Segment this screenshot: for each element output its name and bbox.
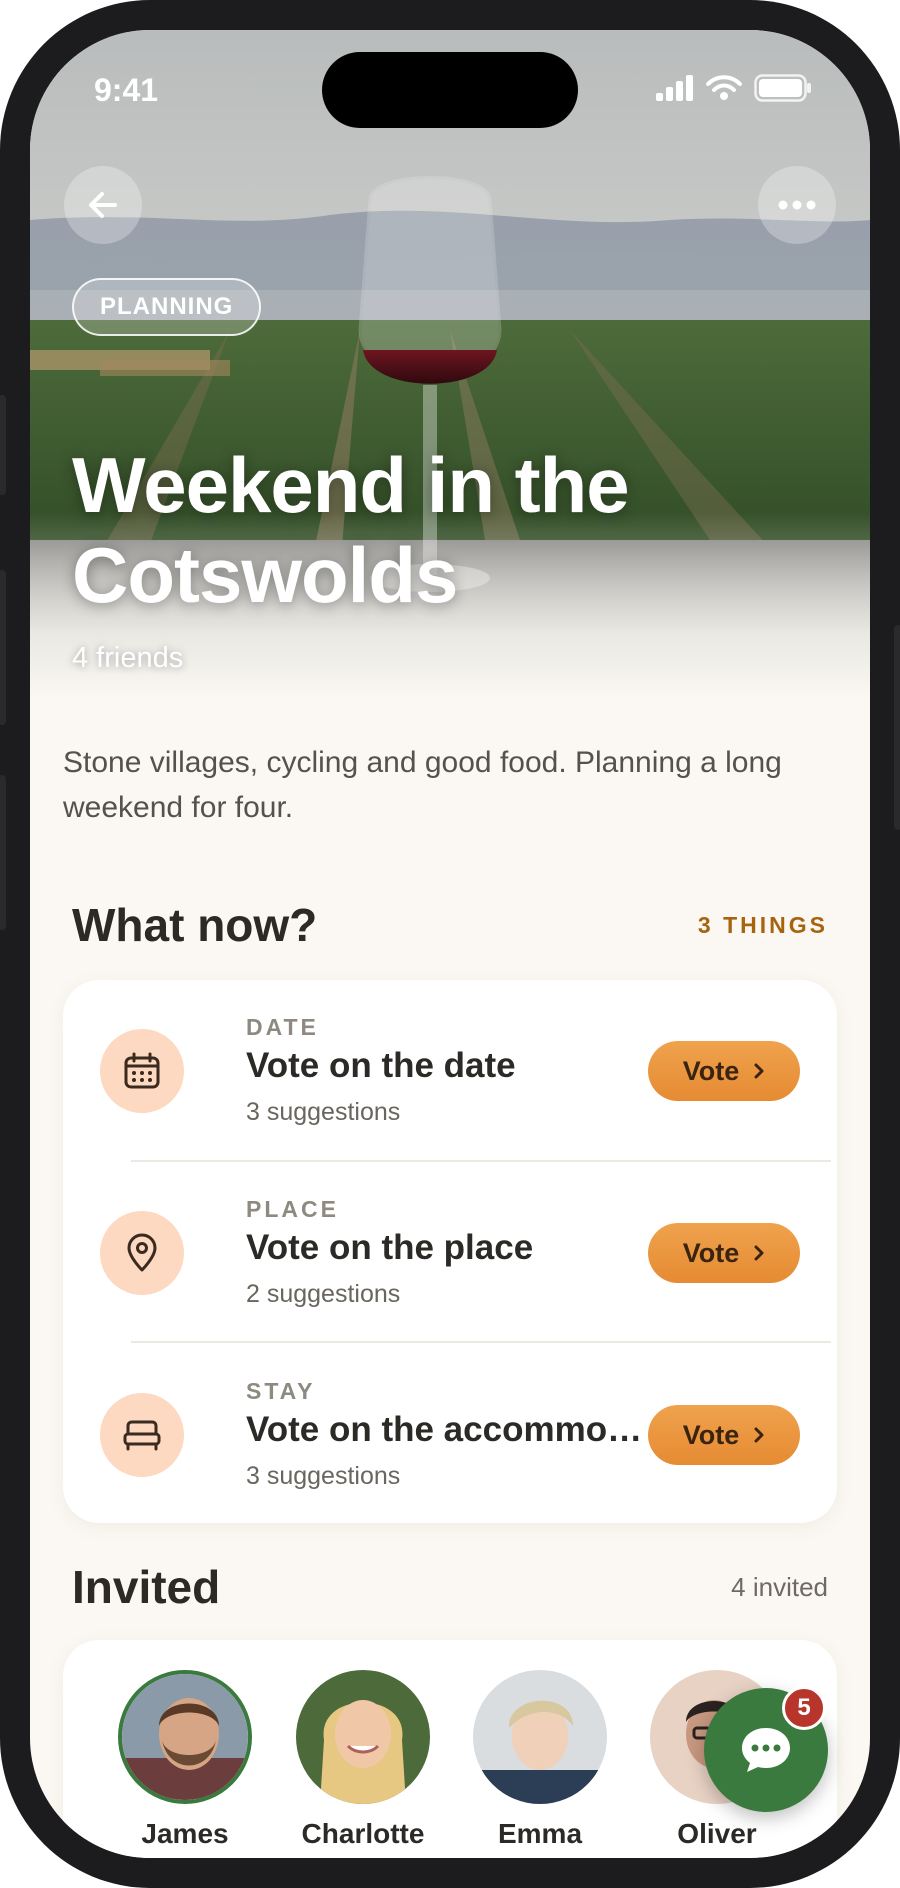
invited-section-title: Invited — [72, 1561, 221, 1613]
invited-section-header: Invited 4 invited — [72, 1560, 828, 1614]
vote-button-date[interactable]: Vote — [648, 1041, 800, 1101]
avatar — [118, 1670, 252, 1804]
task-suggestions: 3 suggestions — [246, 1098, 401, 1126]
bed-icon — [123, 1420, 161, 1451]
task-item-place[interactable]: PLACE Vote on the place 2 suggestions Vo… — [63, 1162, 837, 1344]
task-suggestions: 3 suggestions — [246, 1462, 401, 1490]
task-category: PLACE — [246, 1196, 339, 1222]
page-title: Weekend in the Cotswolds — [72, 441, 630, 619]
person-name: Oliver — [677, 1818, 757, 1849]
person-james[interactable]: James — [115, 1670, 255, 1850]
person-name: Emma — [497, 1818, 583, 1849]
ellipsis-icon — [778, 200, 816, 210]
screen: 9:41 PLANNING Weekend in the Cotswolds 4… — [30, 30, 870, 1858]
battery-icon — [754, 74, 811, 102]
task-item-stay[interactable]: STAY Vote on the accommodation 3 suggest… — [63, 1344, 837, 1526]
task-category: DATE — [246, 1014, 319, 1040]
unread-badge: 5 — [782, 1686, 826, 1730]
task-title: Vote on the accommodation — [246, 1410, 646, 1449]
task-icon-wrap — [100, 1029, 184, 1113]
status-badge: PLANNING — [72, 278, 262, 336]
task-item-date[interactable]: DATE Vote on the date 3 suggestions Vote — [63, 980, 837, 1162]
volume-down-button — [0, 775, 6, 930]
vote-label: Vote — [682, 1237, 740, 1268]
chevron-right-icon — [754, 1427, 764, 1443]
status-icons — [656, 74, 812, 102]
more-options-button[interactable] — [758, 166, 836, 244]
avatar — [296, 1670, 430, 1804]
tasks-section-header: What now? 3 THINGS — [72, 898, 828, 952]
friends-count: 4 friends — [72, 642, 184, 674]
location-pin-icon — [127, 1233, 157, 1272]
phone-frame: 9:41 PLANNING Weekend in the Cotswolds 4… — [0, 0, 900, 1888]
person-name: James — [141, 1818, 229, 1849]
vote-label: Vote — [682, 1055, 740, 1086]
divider — [131, 1341, 831, 1343]
vote-button-stay[interactable]: Vote — [648, 1405, 800, 1465]
task-suggestions: 2 suggestions — [246, 1280, 401, 1308]
power-button — [894, 625, 900, 830]
chevron-right-icon — [754, 1063, 764, 1079]
side-button — [0, 395, 6, 495]
signal-icon — [656, 75, 693, 101]
task-icon-wrap — [100, 1211, 184, 1295]
task-title: Vote on the place — [246, 1228, 534, 1267]
avatar — [473, 1670, 607, 1804]
trip-description: Stone villages, cycling and good food. P… — [63, 746, 782, 824]
tasks-count: 3 THINGS — [697, 911, 828, 938]
task-title: Vote on the date — [246, 1046, 516, 1085]
volume-up-button — [0, 570, 6, 725]
task-category: STAY — [246, 1378, 316, 1404]
tasks-section-title: What now? — [72, 899, 318, 951]
calendar-icon — [124, 1052, 160, 1089]
status-time: 9:41 — [94, 72, 159, 108]
task-icon-wrap — [100, 1393, 184, 1477]
arrow-left-icon — [89, 192, 117, 218]
chat-bubble-icon — [742, 1728, 790, 1772]
chevron-right-icon — [754, 1245, 764, 1261]
invited-count: 4 invited — [731, 1571, 828, 1602]
person-charlotte[interactable]: Charlotte — [293, 1670, 433, 1850]
vote-button-place[interactable]: Vote — [648, 1223, 800, 1283]
person-emma[interactable]: Emma — [470, 1670, 610, 1850]
wifi-icon — [706, 75, 742, 100]
tasks-card: DATE Vote on the date 3 suggestions Vote… — [63, 980, 837, 1523]
back-button[interactable] — [64, 166, 142, 244]
dynamic-island — [322, 52, 578, 128]
person-name: Charlotte — [301, 1818, 425, 1849]
vote-label: Vote — [682, 1419, 740, 1450]
